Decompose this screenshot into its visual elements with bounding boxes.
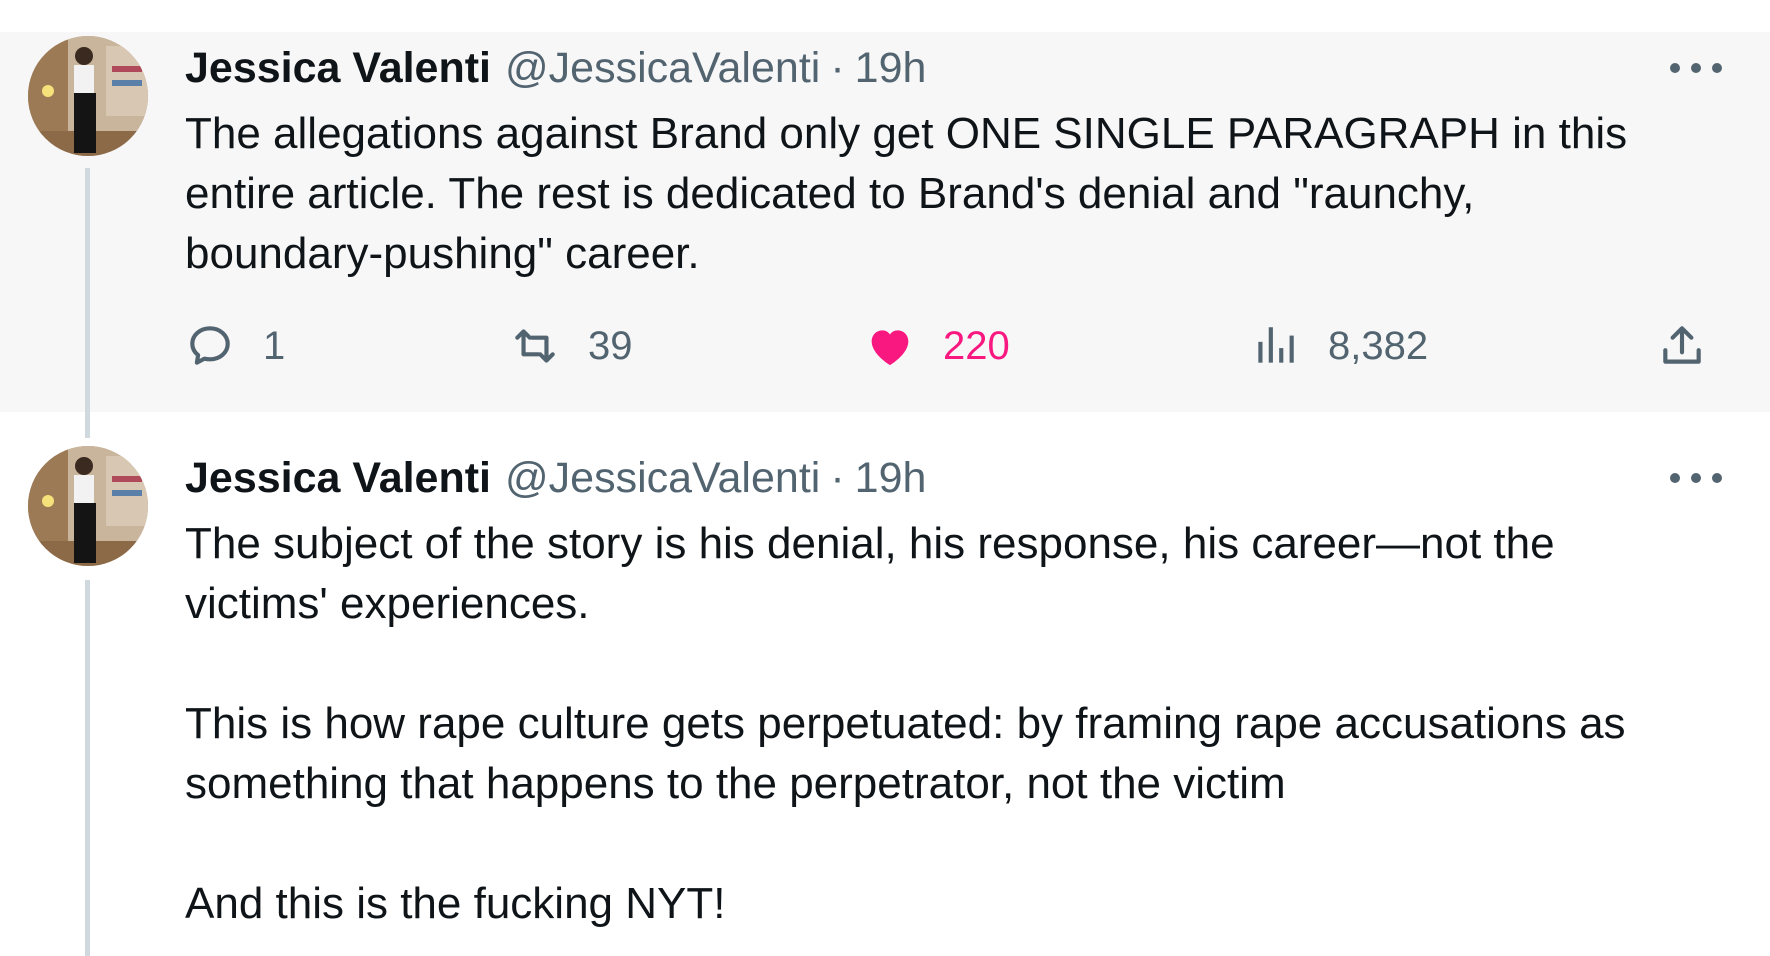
like-count: 220 <box>943 323 1010 368</box>
reply-count: 1 <box>263 323 286 368</box>
tweet-actions: 1 39 220 8,382 <box>185 314 1715 378</box>
ellipsis-icon <box>1670 473 1680 483</box>
share-upload-icon <box>1663 326 1701 364</box>
tweet-text-line: entire article. The rest is dedicated to… <box>185 169 1475 218</box>
tweet-header: Jessica Valenti @JessicaValenti · 19h <box>185 448 926 508</box>
separator-dot: · <box>830 43 845 92</box>
more-options-button[interactable] <box>1670 48 1722 88</box>
tweet-text: The subject of the story is his denial, … <box>185 514 1730 934</box>
thread-connector-line <box>85 168 90 412</box>
bar-chart-icon <box>1258 327 1294 363</box>
author-handle[interactable]: @JessicaValenti <box>505 44 820 93</box>
tweet-text-line: This is how rape culture gets perpetuate… <box>185 699 1626 748</box>
retweet-button[interactable]: 39 <box>510 314 633 378</box>
reply-button[interactable]: 1 <box>185 314 285 378</box>
views-button[interactable]: 8,382 <box>1250 314 1428 378</box>
comment-bubble-icon <box>190 326 230 365</box>
thread-connector-line <box>85 580 90 956</box>
tweet-text-line: something that happens to the perpetrato… <box>185 759 1286 808</box>
view-count: 8,382 <box>1328 323 1429 368</box>
author-handle[interactable]: @JessicaValenti <box>505 454 820 503</box>
tweet-text-line: boundary-pushing" career. <box>185 229 700 278</box>
like-button[interactable]: 220 <box>865 314 1010 378</box>
avatar-photo-icon <box>28 36 148 156</box>
author-name[interactable]: Jessica Valenti <box>185 454 491 503</box>
thread-connector-line <box>85 412 90 438</box>
tweet-text-line: The subject of the story is his denial, … <box>185 519 1555 568</box>
heart-icon <box>871 330 909 366</box>
share-button[interactable] <box>1657 314 1735 378</box>
tweet-1[interactable]: Jessica Valenti @JessicaValenti · 19h Th… <box>0 32 1770 412</box>
tweet-text-line: The allegations against Brand only get O… <box>185 109 1628 158</box>
avatar[interactable] <box>28 36 148 156</box>
separator-dot: · <box>830 453 845 502</box>
avatar-photo-icon <box>28 446 148 566</box>
timestamp[interactable]: 19h <box>855 454 927 503</box>
tweet-text-line: And this is the fucking NYT! <box>185 879 726 928</box>
ellipsis-icon <box>1670 63 1680 73</box>
retweet-count: 39 <box>588 323 633 368</box>
more-options-button[interactable] <box>1670 458 1722 498</box>
tweet-2[interactable]: Jessica Valenti @JessicaValenti · 19h Th… <box>0 412 1770 956</box>
tweet-text-line: victims' experiences. <box>185 579 590 628</box>
timestamp[interactable]: 19h <box>855 44 927 93</box>
avatar[interactable] <box>28 446 148 566</box>
tweet-text: The allegations against Brand only get O… <box>185 104 1730 284</box>
author-name[interactable]: Jessica Valenti <box>185 44 491 93</box>
retweet-arrows-icon <box>515 329 555 363</box>
tweet-header: Jessica Valenti @JessicaValenti · 19h <box>185 38 926 98</box>
